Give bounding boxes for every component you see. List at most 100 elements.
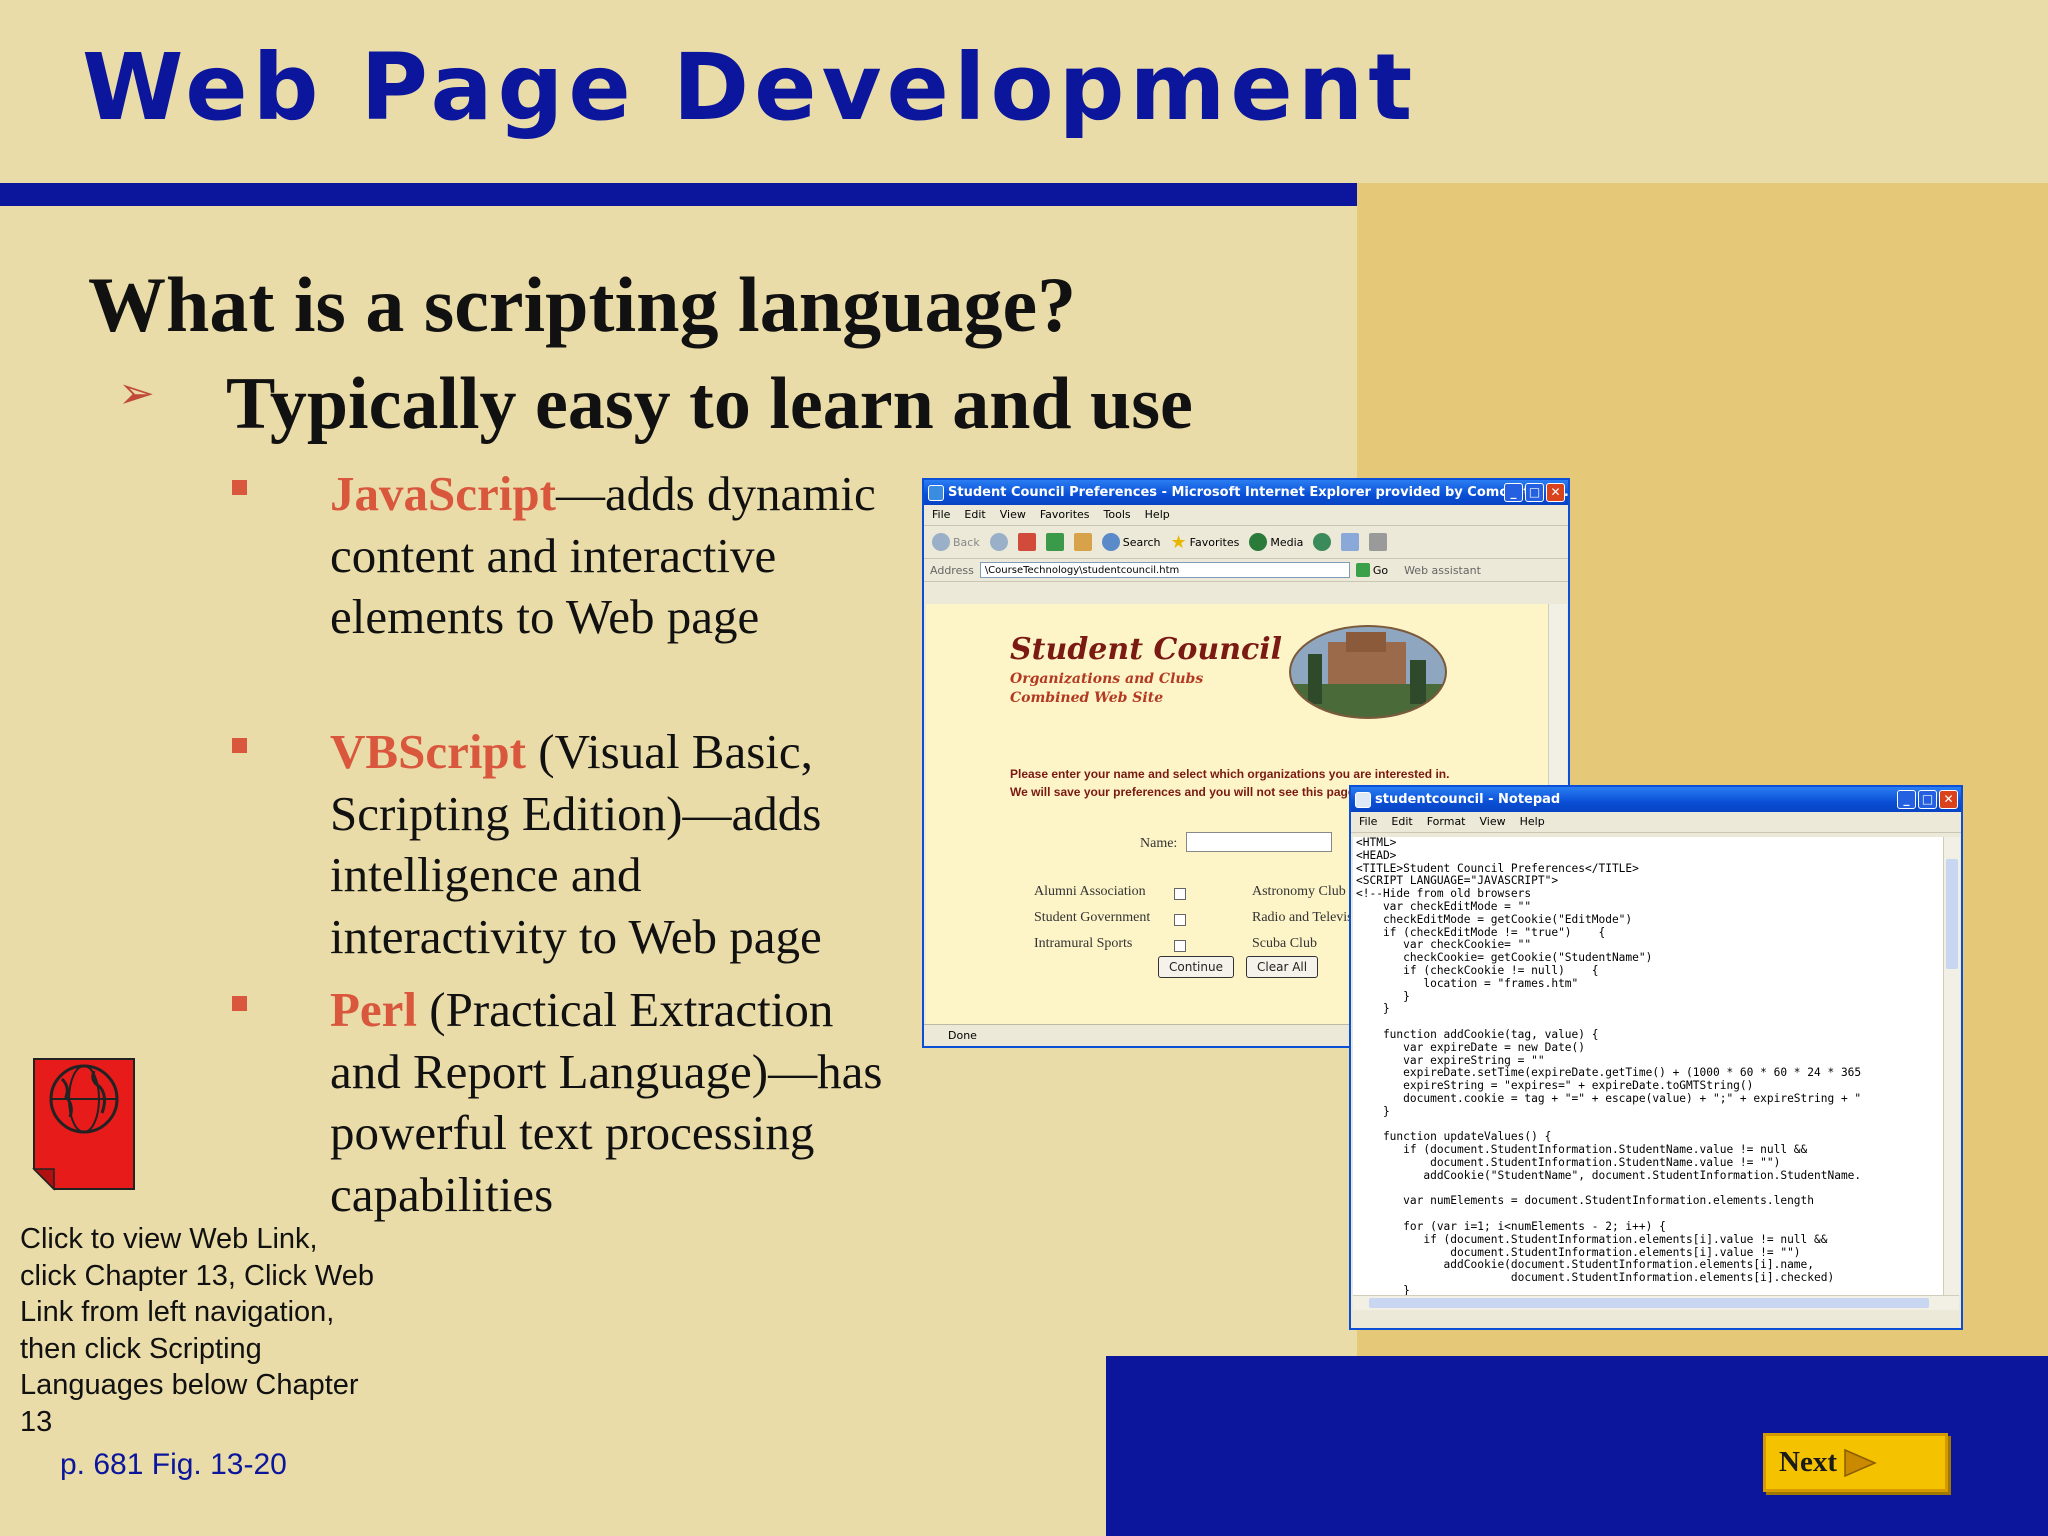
stop-button[interactable] [1017, 533, 1036, 551]
org-label: Intramural Sports [1034, 936, 1133, 951]
scroll-thumb[interactable] [1946, 859, 1958, 969]
menu-format[interactable]: Format [1427, 812, 1466, 832]
notepad-vertical-scrollbar[interactable] [1943, 837, 1960, 1295]
square-bullet-icon [232, 480, 247, 495]
home-icon [1073, 533, 1092, 551]
title-underline-rule [0, 183, 1357, 206]
stop-icon [1017, 533, 1036, 551]
menu-help[interactable]: Help [1520, 812, 1545, 832]
maximize-icon[interactable]: □ [1525, 483, 1544, 502]
minimize-icon[interactable]: _ [1504, 483, 1523, 502]
sub-bullet-keyword: Perl [330, 982, 418, 1037]
org-label: Alumni Association [1034, 884, 1146, 899]
slide-title: Web Page Development [82, 34, 1418, 141]
sub-bullet-javascript: JavaScript—adds dynamic content and inte… [330, 463, 890, 648]
menu-edit[interactable]: Edit [964, 505, 985, 525]
notepad-horizontal-scrollbar[interactable] [1353, 1295, 1959, 1310]
code-line: document.StudentInformation.elements[i].… [1356, 1271, 1835, 1285]
favorites-button[interactable]: ★ Favorites [1171, 532, 1240, 553]
refresh-icon [1045, 533, 1064, 551]
web-link-globe-icon[interactable] [32, 1057, 136, 1191]
menu-edit[interactable]: Edit [1391, 812, 1412, 832]
code-line: var numElements = document.StudentInform… [1356, 1194, 1815, 1208]
web-link-note: Click to view Web Link, click Chapter 13… [20, 1223, 375, 1438]
back-button[interactable]: Back [932, 533, 980, 551]
notepad-window-title: studentcouncil - Notepad [1375, 792, 1561, 807]
maximize-icon[interactable]: □ [1918, 790, 1937, 809]
media-button[interactable]: Media [1249, 533, 1303, 551]
address-input[interactable]: \CourseTechnology\studentcouncil.htm [979, 562, 1350, 578]
code-line: } [1356, 989, 1410, 1003]
notepad-text-area[interactable]: <HTML> <HEAD> <TITLE>Student Council Prefe… [1353, 837, 1943, 1295]
ie-address-bar: Address \CourseTechnology\studentcouncil… [924, 559, 1568, 582]
code-line: for (var i=1; i<numElements - 2; i++) { [1356, 1219, 1666, 1233]
media-icon [1249, 533, 1268, 551]
clear-all-button[interactable]: Clear All [1246, 956, 1319, 978]
search-label: Search [1122, 535, 1161, 549]
code-line: if (document.StudentInformation.StudentN… [1356, 1143, 1808, 1157]
menu-tools[interactable]: Tools [1104, 505, 1131, 525]
sub-bullet-keyword: VBScript [330, 724, 526, 779]
close-icon[interactable]: ✕ [1939, 790, 1958, 809]
back-label: Back [953, 535, 980, 549]
home-button[interactable] [1073, 533, 1092, 551]
student-council-title: Student Council [1010, 632, 1283, 667]
search-icon [1101, 533, 1120, 551]
ie-menu-bar: File Edit View Favorites Tools Help [924, 505, 1568, 526]
menu-file[interactable]: File [1359, 812, 1377, 832]
star-icon: ★ [1170, 531, 1187, 553]
alumni-association-checkbox[interactable] [1174, 888, 1186, 900]
figure-reference: p. 681 Fig. 13-20 [60, 1448, 287, 1481]
student-government-checkbox[interactable] [1174, 914, 1186, 926]
subtitle-line: Combined Web Site [1010, 690, 1164, 706]
instructions-line: Please enter your name and select which … [1010, 767, 1450, 781]
scroll-thumb[interactable] [1369, 1298, 1929, 1308]
print-icon [1369, 533, 1388, 551]
ie-title-bar[interactable]: Student Council Preferences - Microsoft … [924, 480, 1568, 505]
notepad-window: studentcouncil - Notepad _ □ ✕ File Edit… [1349, 785, 1963, 1330]
code-line: document.StudentInformation.StudentName.… [1356, 1155, 1781, 1169]
menu-favorites[interactable]: Favorites [1040, 505, 1090, 525]
campus-building-photo [1289, 625, 1447, 719]
minimize-icon[interactable]: _ [1897, 790, 1916, 809]
menu-view[interactable]: View [1480, 812, 1506, 832]
org-label: Astronomy Club [1252, 884, 1346, 899]
close-icon[interactable]: ✕ [1546, 483, 1565, 502]
history-icon [1313, 533, 1332, 551]
arrow-bullet-icon: ➢ [118, 369, 155, 418]
code-line: } [1356, 1002, 1390, 1016]
search-button[interactable]: Search [1101, 533, 1161, 551]
org-label: Scuba Club [1252, 936, 1317, 951]
print-button[interactable] [1369, 533, 1388, 551]
web-assistant-label[interactable]: Web assistant [1404, 564, 1481, 577]
intramural-sports-checkbox[interactable] [1174, 940, 1186, 952]
ie-app-icon [928, 485, 944, 501]
code-line: if (checkCookie != null) { [1356, 963, 1599, 977]
favorites-label: Favorites [1189, 535, 1240, 549]
next-button[interactable]: Next [1763, 1433, 1948, 1492]
next-arrow-icon [1844, 1448, 1877, 1477]
media-label: Media [1270, 535, 1304, 549]
sub-bullet-perl: Perl (Practical Extraction and Report La… [330, 979, 890, 1225]
notepad-menu-bar: File Edit Format View Help [1351, 812, 1961, 833]
subtitle-line: Organizations and Clubs [1010, 671, 1204, 687]
menu-file[interactable]: File [932, 505, 950, 525]
code-line: addCookie("StudentName", document.Studen… [1356, 1168, 1862, 1182]
name-label: Name: [1140, 836, 1178, 851]
code-line: function addCookie(tag, value) { [1356, 1027, 1599, 1041]
mail-button[interactable] [1341, 533, 1360, 551]
go-arrow-icon [1355, 563, 1370, 577]
forward-arrow-icon [989, 533, 1008, 551]
forward-button[interactable] [989, 533, 1008, 551]
refresh-button[interactable] [1045, 533, 1064, 551]
notepad-title-bar[interactable]: studentcouncil - Notepad _ □ ✕ [1351, 787, 1961, 812]
ie-toolbar: Back Search ★ Favorites Media [924, 526, 1568, 559]
menu-view[interactable]: View [1000, 505, 1026, 525]
menu-help[interactable]: Help [1145, 505, 1170, 525]
name-input[interactable] [1186, 832, 1332, 852]
history-button[interactable] [1313, 533, 1332, 551]
mail-icon [1341, 533, 1360, 551]
go-button[interactable]: Go [1355, 563, 1388, 577]
continue-button[interactable]: Continue [1158, 956, 1234, 978]
